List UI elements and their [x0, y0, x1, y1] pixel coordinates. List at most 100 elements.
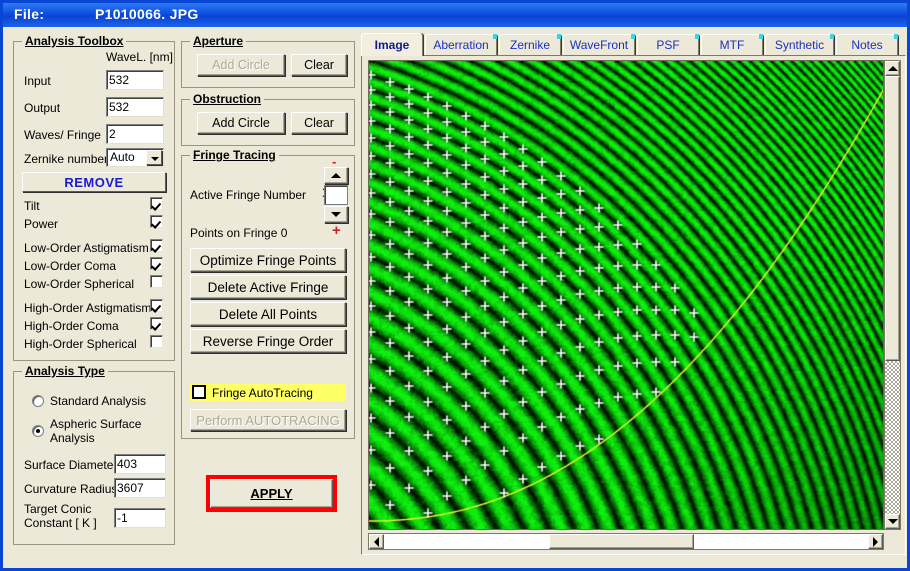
apply-button[interactable]: APPLY: [210, 479, 333, 508]
tab-label: Notes: [851, 38, 883, 52]
delete-all-points-button[interactable]: Delete All Points: [190, 302, 346, 326]
tab-label: Aberration: [433, 38, 489, 52]
tab-mtf[interactable]: MTF: [701, 34, 763, 55]
checkbox-high-order-astigmatism[interactable]: [150, 299, 163, 312]
analysis-type-legend: Analysis Type: [22, 364, 108, 378]
obstruction-legend: Obstruction: [190, 92, 264, 106]
target-conic-constant-field[interactable]: -1: [114, 508, 166, 528]
apply-button-highlight: APPLY: [206, 475, 337, 512]
perform-autotracing-button[interactable]: Perform AUTOTRACING: [190, 409, 346, 431]
application-window: File: P1010066. JPG Analysis Toolbox Wav…: [0, 0, 910, 571]
checkbox-low-order-astigmatism[interactable]: [150, 239, 163, 252]
fringe-tracing-legend: Fringe Tracing: [190, 148, 279, 162]
remove-button[interactable]: REMOVE: [22, 172, 166, 192]
zernike-number-select[interactable]: Auto: [106, 148, 164, 167]
input-label: Input: [24, 74, 51, 88]
tab-corner-nub-icon: [894, 34, 898, 39]
horizontal-scrollbar-thumb[interactable]: [549, 534, 694, 549]
delete-active-fringe-button[interactable]: Delete Active Fringe: [190, 275, 346, 299]
target-conic-constant-label: Target Conic Constant [ K ]: [24, 502, 97, 530]
tab-synthetic[interactable]: Synthetic: [765, 34, 834, 55]
obstruction-group: Obstruction Add Circle Clear: [181, 92, 355, 146]
vertical-scrollbar-track[interactable]: [885, 361, 900, 514]
checkbox-low-order-spherical[interactable]: [150, 275, 163, 288]
output-wavelength-field[interactable]: 532: [106, 97, 164, 117]
zernike-number-value: Auto: [110, 150, 135, 164]
tab-notes[interactable]: Notes: [836, 34, 898, 55]
scroll-down-button[interactable]: [885, 514, 900, 529]
spinner-down-button[interactable]: [324, 206, 348, 223]
horizontal-scrollbar[interactable]: [368, 533, 884, 550]
triangle-right-icon: [873, 536, 878, 547]
reverse-fringe-order-button[interactable]: Reverse Fringe Order: [190, 329, 346, 353]
remove-item-label-high-coma: High-Order Coma: [24, 319, 119, 333]
zernike-number-label: Zernike number: [24, 152, 109, 166]
interferogram-image[interactable]: [369, 61, 883, 529]
tab-psf[interactable]: PSF: [637, 34, 699, 55]
remove-item-label-high-astig: High-Order Astigmatism: [24, 301, 152, 315]
remove-item-label-low-astig: Low-Order Astigmatism: [24, 241, 149, 255]
title-bar: File: P1010066. JPG: [3, 3, 907, 27]
tab-corner-nub-icon: [557, 34, 561, 39]
wavelength-header: WaveL. [nm]: [106, 50, 173, 64]
file-name: P1010066. JPG: [95, 6, 199, 22]
input-wavelength-field[interactable]: 532: [106, 70, 164, 90]
analysis-type-group: Analysis Type Standard Analysis Aspheric…: [13, 364, 175, 545]
surface-diameter-field[interactable]: 403: [114, 454, 166, 474]
checkbox-high-order-coma[interactable]: [150, 317, 163, 330]
triangle-up-icon: [887, 66, 898, 71]
active-fringe-number-label: Active Fringe Number: [190, 188, 307, 202]
radio-aspheric-surface-analysis[interactable]: [32, 425, 44, 437]
scroll-right-button[interactable]: [868, 534, 883, 549]
checkbox-fringe-autotracing[interactable]: [192, 385, 206, 399]
spinner-plus-label: +: [332, 222, 341, 239]
checkbox-power[interactable]: [150, 215, 163, 228]
tab-label: Image: [374, 38, 410, 52]
vertical-scrollbar[interactable]: [884, 60, 901, 530]
file-label: File:: [14, 6, 45, 22]
vertical-scrollbar-thumb[interactable]: [885, 76, 900, 361]
tab-wavefront[interactable]: WaveFront: [563, 34, 635, 55]
spinner-up-button[interactable]: [324, 167, 348, 184]
tab-label: Zernike: [509, 38, 550, 52]
tab-aberration[interactable]: Aberration: [425, 34, 497, 55]
triangle-left-icon: [374, 536, 379, 547]
curvature-radius-field[interactable]: 3607: [114, 478, 166, 498]
aperture-clear-button[interactable]: Clear: [291, 54, 347, 76]
remove-item-label-low-coma: Low-Order Coma: [24, 259, 117, 273]
fringe-tracing-group: Fringe Tracing Active Fringe Number 15 -…: [181, 148, 355, 439]
radio-standard-analysis[interactable]: [32, 395, 44, 407]
tab-label: WaveFront: [569, 38, 629, 52]
spinner-value-box: [324, 185, 348, 205]
checkbox-low-order-coma[interactable]: [150, 257, 163, 270]
optimize-fringe-points-button[interactable]: Optimize Fringe Points: [190, 248, 346, 272]
remove-item-label-high-spherical: High-Order Spherical: [24, 337, 137, 351]
waves-per-fringe-label: Waves/ Fringe: [24, 128, 101, 142]
tab-label: PSF: [656, 38, 680, 52]
fringe-autotracing-label: Fringe AutoTracing: [212, 386, 313, 400]
tab-zernike[interactable]: Zernike: [499, 34, 561, 55]
interferogram-viewport[interactable]: [368, 60, 884, 530]
output-label: Output: [24, 101, 61, 115]
active-fringe-spinner[interactable]: [324, 167, 348, 223]
triangle-down-icon: [887, 519, 898, 524]
chevron-down-icon[interactable]: [146, 150, 162, 165]
points-on-fringe-label: Points on Fringe 0: [190, 226, 288, 240]
tab-corner-nub-icon: [631, 34, 635, 39]
scroll-left-button[interactable]: [369, 534, 384, 549]
obstruction-add-circle-button[interactable]: Add Circle: [197, 112, 285, 134]
radio-label-aspheric-surface-analysis: Aspheric Surface Analysis: [50, 417, 142, 445]
tab-corner-nub-icon: [493, 34, 497, 39]
aperture-add-circle-button[interactable]: Add Circle: [197, 54, 285, 76]
triangle-down-icon: [331, 212, 341, 217]
scroll-up-button[interactable]: [885, 61, 900, 76]
checkbox-high-order-spherical[interactable]: [150, 335, 163, 348]
remove-item-label-power: Power: [24, 217, 59, 231]
image-panel: [361, 55, 906, 555]
waves-per-fringe-field[interactable]: 2: [106, 124, 164, 144]
tab-corner-nub-icon: [830, 34, 834, 39]
obstruction-clear-button[interactable]: Clear: [291, 112, 347, 134]
analysis-toolbox-legend: Analysis Toolbox: [22, 34, 127, 48]
tab-image[interactable]: Image: [361, 33, 423, 56]
checkbox-tilt[interactable]: [150, 197, 163, 210]
